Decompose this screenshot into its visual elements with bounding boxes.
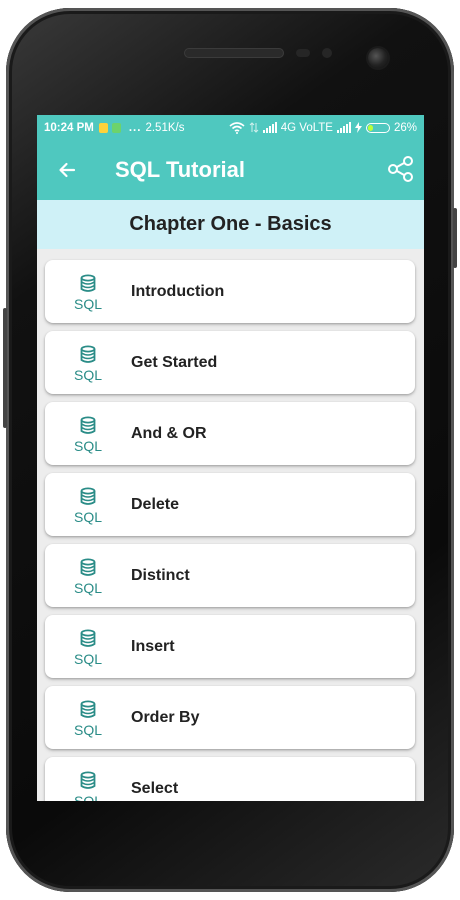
sql-icon-text: SQL: [74, 793, 102, 801]
list-item-label: Order By: [131, 708, 200, 726]
network-type: 4G VoLTE: [280, 121, 333, 134]
sql-icon-text: SQL: [74, 438, 102, 454]
sql-database-icon: SQL: [74, 416, 102, 454]
earpiece-speaker: [184, 48, 284, 58]
app-bar: SQL Tutorial: [37, 140, 424, 200]
battery-icon: [365, 122, 390, 133]
signal-icon: [262, 122, 277, 133]
arrow-back-icon: [59, 162, 76, 178]
sql-icon-text: SQL: [74, 722, 102, 738]
status-bar: 10:24 PM ... 2.51K/s 4G VoLTE 26%: [37, 115, 424, 140]
sql-database-icon: SQL: [74, 487, 102, 525]
list-item[interactable]: SQL Order By: [45, 686, 415, 749]
proximity-sensor: [296, 49, 310, 57]
sql-database-icon: SQL: [74, 345, 102, 383]
battery-level: [367, 124, 373, 131]
list-item-label: Introduction: [131, 282, 225, 300]
chapter-header: Chapter One - Basics: [37, 200, 424, 249]
sql-database-icon: SQL: [74, 771, 102, 801]
status-time: 10:24 PM: [44, 121, 94, 134]
chapter-title: Chapter One - Basics: [129, 213, 332, 235]
back-button[interactable]: [37, 140, 97, 200]
notification-icon: [111, 122, 121, 133]
battery-percent: 26%: [393, 121, 417, 134]
power-button: [453, 208, 457, 268]
network-speed: 2.51K/s: [145, 121, 185, 134]
list-item-label: And & OR: [131, 424, 207, 442]
sql-database-icon: SQL: [74, 558, 102, 596]
wifi-icon: [229, 121, 245, 134]
charging-icon: [354, 122, 362, 133]
list-item-label: Delete: [131, 495, 180, 513]
front-camera: [368, 48, 388, 68]
list-item-label: Insert: [131, 637, 175, 655]
list-item-label: Select: [131, 779, 179, 797]
notification-icon: [98, 122, 108, 133]
share-icon[interactable]: [386, 154, 416, 184]
list-item-label: Distinct: [131, 566, 190, 584]
more-notifications-icon: ...: [128, 121, 142, 134]
light-sensor: [322, 48, 332, 58]
list-item[interactable]: SQL Insert: [45, 615, 415, 678]
sql-icon-text: SQL: [74, 580, 102, 596]
app-screen: 10:24 PM ... 2.51K/s 4G VoLTE 26% SQL Tu…: [37, 115, 424, 801]
list-item[interactable]: SQL Introduction: [45, 260, 415, 323]
app-title: SQL Tutorial: [115, 157, 245, 182]
list-item[interactable]: SQL Distinct: [45, 544, 415, 607]
sql-database-icon: SQL: [74, 700, 102, 738]
sql-icon-text: SQL: [74, 651, 102, 667]
sql-database-icon: SQL: [74, 629, 102, 667]
signal-icon: [336, 122, 351, 133]
list-item[interactable]: SQL And & OR: [45, 402, 415, 465]
list-item[interactable]: SQL Get Started: [45, 331, 415, 394]
topic-list: SQL Introduction SQL Get Started SQL And & OR…: [37, 249, 424, 801]
data-transfer-icon: [249, 122, 259, 133]
list-item[interactable]: SQL Select: [45, 757, 415, 801]
volume-button: [3, 308, 7, 428]
list-item-label: Get Started: [131, 353, 218, 371]
sql-icon-text: SQL: [74, 367, 102, 383]
sql-icon-text: SQL: [74, 509, 102, 525]
list-item[interactable]: SQL Delete: [45, 473, 415, 536]
sql-database-icon: SQL: [74, 274, 102, 312]
sql-icon-text: SQL: [74, 296, 102, 312]
